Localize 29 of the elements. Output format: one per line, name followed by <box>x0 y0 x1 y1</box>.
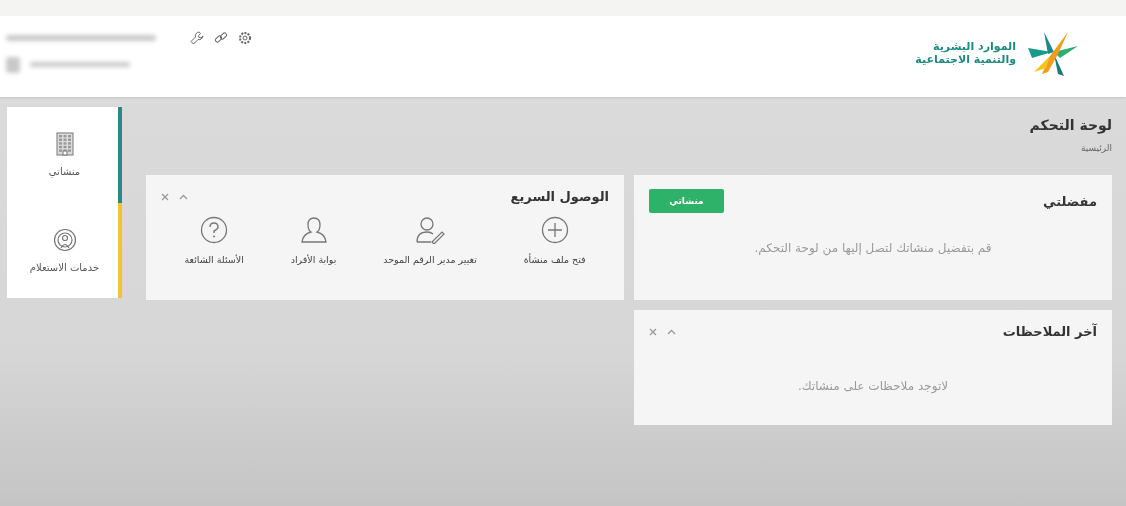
user-icon[interactable] <box>299 216 328 244</box>
logo-text: والتنمية الاجتماعية <box>915 52 1016 66</box>
quick-link[interactable]: فتح ملف منشأة <box>523 254 586 265</box>
quick-link[interactable]: الأسئلة الشائعة <box>184 254 244 265</box>
help-icon[interactable] <box>200 216 229 244</box>
quick-link[interactable]: بوابة الأفراد <box>290 254 337 265</box>
avatar-icon <box>6 56 20 73</box>
close-icon[interactable] <box>161 192 169 201</box>
empty-message: لاتوجد ملاحظات على منشاتك. <box>796 379 950 393</box>
empty-message: قم بتفضيل منشاتك لتصل إليها من لوحة التحكم. <box>753 241 993 255</box>
quick-link[interactable]: تغيير مدير الرقم الموحد <box>383 254 477 265</box>
breadcrumb-link[interactable]: الرئيسية <box>1081 143 1112 153</box>
settings-icon[interactable] <box>238 30 252 45</box>
sidebar-item[interactable]: خدمات الاستعلام <box>7 202 122 298</box>
logo-text: الموارد البشرية <box>932 39 1016 53</box>
broadcast-icon <box>52 227 77 252</box>
card-title: آخر الملاحظات <box>1002 324 1097 339</box>
card-title: الوصول السريع <box>510 189 609 204</box>
card-title: مفضلتي <box>1043 193 1097 209</box>
close-icon[interactable] <box>649 327 657 336</box>
wrench-icon[interactable] <box>190 30 204 45</box>
page-title: لوحة التحكم <box>1028 117 1112 133</box>
building-icon <box>55 132 74 157</box>
user-edit-icon[interactable] <box>415 216 445 244</box>
sidebar-item[interactable]: منشاتي <box>7 107 122 203</box>
collapse-icon[interactable] <box>179 193 188 200</box>
collapse-icon[interactable] <box>667 328 676 335</box>
link-icon[interactable] <box>214 30 228 45</box>
plus-circle-icon[interactable] <box>540 216 569 244</box>
